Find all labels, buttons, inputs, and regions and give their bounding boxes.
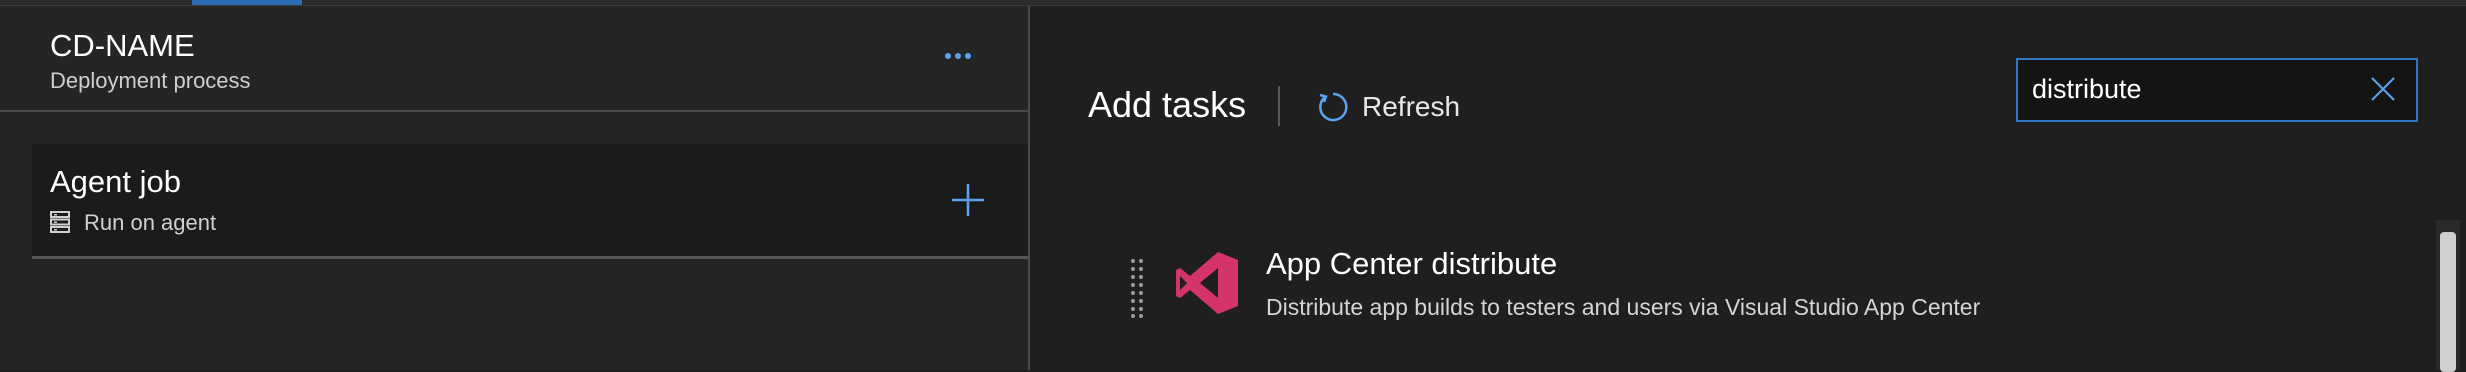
scrollbar-thumb[interactable] — [2440, 232, 2456, 372]
visual-studio-app-center-icon — [1176, 252, 1238, 314]
ellipsis-dot — [955, 53, 961, 59]
more-actions-button[interactable] — [940, 42, 976, 70]
agent-job-item[interactable]: Agent job Run on agent — [32, 144, 1028, 259]
active-tab-indicator — [192, 0, 302, 5]
left-pane: CD-NAME Deployment process Agent job Run… — [0, 6, 1030, 370]
add-tasks-pane: Add tasks Refresh distribute App Center … — [1030, 6, 2466, 372]
refresh-button[interactable]: Refresh — [1316, 90, 1460, 124]
drag-handle-icon[interactable] — [1130, 258, 1144, 318]
close-icon[interactable] — [2368, 74, 2398, 104]
pipeline-header: CD-NAME Deployment process — [0, 6, 1028, 112]
plus-icon[interactable] — [948, 180, 988, 220]
server-icon — [50, 211, 70, 233]
add-tasks-heading: Add tasks — [1088, 84, 1247, 125]
refresh-label: Refresh — [1362, 91, 1461, 122]
agent-job-subtitle: Run on agent — [84, 210, 217, 235]
task-description: Distribute app builds to testers and use… — [1266, 294, 1981, 320]
ellipsis-dot — [965, 53, 971, 59]
task-item[interactable]: App Center distribute Distribute app bui… — [1096, 232, 2316, 372]
heading-divider — [1278, 86, 1280, 126]
ellipsis-icon — [945, 53, 951, 59]
task-list-scrollbar[interactable] — [2436, 220, 2460, 372]
task-search-box[interactable] — [2016, 58, 2418, 122]
agent-job-title: Agent job — [50, 164, 181, 199]
pipeline-subtitle: Deployment process — [50, 68, 251, 93]
task-title: App Center distribute — [1266, 246, 1558, 281]
pipeline-title: CD-NAME — [50, 28, 195, 63]
task-search-input[interactable] — [2032, 70, 2352, 108]
refresh-icon — [1319, 92, 1348, 122]
